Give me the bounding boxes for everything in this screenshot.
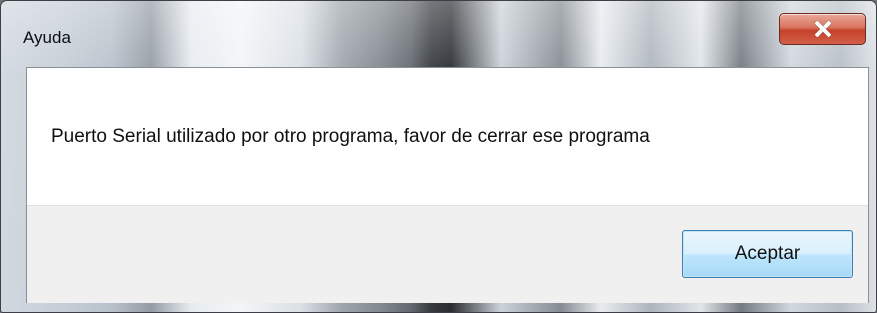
accept-button[interactable]: Aceptar: [682, 230, 853, 278]
dialog-message: Puerto Serial utilizado por otro program…: [51, 126, 650, 147]
dialog-window: Ayuda Puerto Serial utilizado por otro p…: [0, 0, 877, 313]
dialog-content: Puerto Serial utilizado por otro program…: [26, 67, 869, 303]
window-title: Ayuda: [23, 28, 71, 47]
close-button[interactable]: [779, 13, 866, 45]
close-icon: [814, 20, 832, 38]
